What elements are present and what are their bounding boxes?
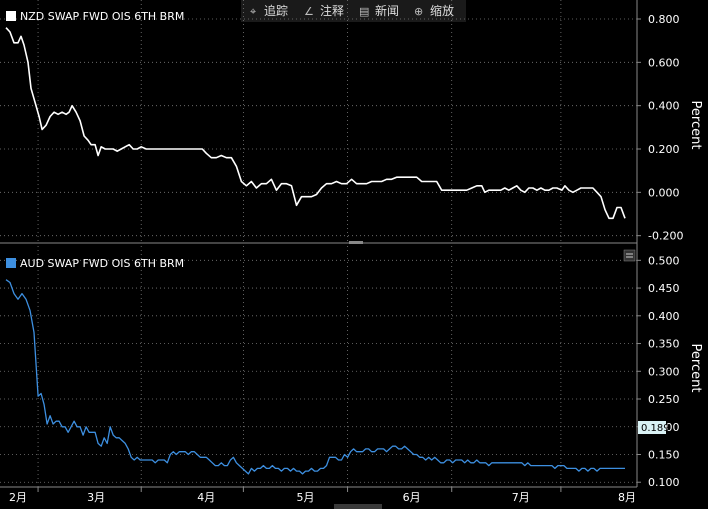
bottom-y-tick-label: 0.150 (648, 448, 680, 461)
annotate-icon: ∠ (304, 5, 314, 18)
toolbar-button-news[interactable]: ▤ 新闻 (359, 3, 399, 18)
legend-nzd: NZD SWAP FWD OIS 6TH BRM (6, 10, 184, 23)
bottom-y-axis-label: Percent (688, 344, 703, 393)
legend-nzd-swatch (6, 11, 16, 21)
top-y-tick-label: 0.600 (648, 56, 680, 69)
bottom-y-tick-label: 0.100 (648, 476, 680, 489)
top-panel-grid (0, 0, 637, 242)
x-axis-ticks: 2月 3月 4月 5月 6月 7月 8月 (9, 487, 636, 504)
bottom-y-tick-label: 0.350 (648, 338, 680, 351)
x-tick-label: 4月 (197, 491, 215, 504)
aud-series (5, 279, 625, 475)
legend-aud: AUD SWAP FWD OIS 6TH BRM (6, 257, 184, 270)
legend-aud-swatch (6, 258, 16, 268)
top-panel-y-ticks: 0.800 0.600 0.400 0.200 0.000 -0.200 (637, 13, 683, 243)
x-tick-label: 3月 (87, 491, 105, 504)
x-tick-label: 8月 (618, 491, 636, 504)
top-y-tick-label: 0.200 (648, 143, 680, 156)
nzd-series-line (5, 27, 626, 220)
panel-resize-handle[interactable] (349, 241, 363, 244)
bottom-panel-grid (0, 246, 637, 487)
last-value-text: 0.189 (641, 423, 670, 434)
bottom-y-tick-label: 0.300 (648, 365, 680, 378)
bottom-panel-y-ticks: 0.5000.4500.4000.3500.3000.2500.2000.150… (637, 254, 680, 489)
toolbar-zoom-label: 缩放 (430, 3, 454, 18)
bottom-y-tick-label: 0.450 (648, 282, 680, 295)
bottom-y-tick-label: 0.500 (648, 254, 680, 267)
news-icon: ▤ (359, 5, 369, 18)
x-tick-label: 5月 (296, 491, 314, 504)
x-tick-label: 7月 (512, 491, 530, 504)
toolbar-button-annotate[interactable]: ∠ 注释 (304, 3, 344, 18)
bottom-y-tick-label: 0.250 (648, 393, 680, 406)
aud-series-line (5, 279, 625, 475)
panel-settings-button[interactable] (623, 249, 636, 262)
top-y-tick-label: 0.000 (648, 186, 680, 199)
toolbar-button-zoom[interactable]: ⊕ 缩放 (414, 3, 454, 18)
bottom-y-tick-label: 0.400 (648, 310, 680, 323)
top-y-tick-label: 0.400 (648, 100, 680, 113)
toolbar-track-label: 追踪 (264, 3, 288, 18)
x-tick-label: 2月 (9, 491, 27, 504)
toolbar-button-track[interactable]: ⌖ 追踪 (250, 3, 288, 18)
top-y-tick-label: -0.200 (648, 230, 683, 243)
zoom-icon: ⊕ (414, 5, 423, 18)
x-tick-label: 6月 (403, 491, 421, 504)
legend-aud-label: AUD SWAP FWD OIS 6TH BRM (20, 257, 184, 270)
last-value-badge: 0.189 (638, 421, 670, 434)
nzd-series (5, 27, 626, 220)
panel-settings-icon (623, 249, 636, 262)
top-y-axis-label: Percent (688, 101, 703, 150)
top-y-tick-label: 0.800 (648, 13, 680, 26)
crosshair-icon: ⌖ (250, 5, 256, 18)
chart-canvas: ⌖ 追踪 ∠ 注释 ▤ 新闻 ⊕ 缩放 0.800 0.600 0.400 0.200… (0, 0, 703, 509)
toolbar-annotate-label: 注释 (320, 3, 344, 18)
toolbar-news-label: 新闻 (375, 3, 399, 18)
legend-nzd-label: NZD SWAP FWD OIS 6TH BRM (20, 10, 184, 23)
timeline-scrollbar[interactable] (334, 504, 382, 509)
